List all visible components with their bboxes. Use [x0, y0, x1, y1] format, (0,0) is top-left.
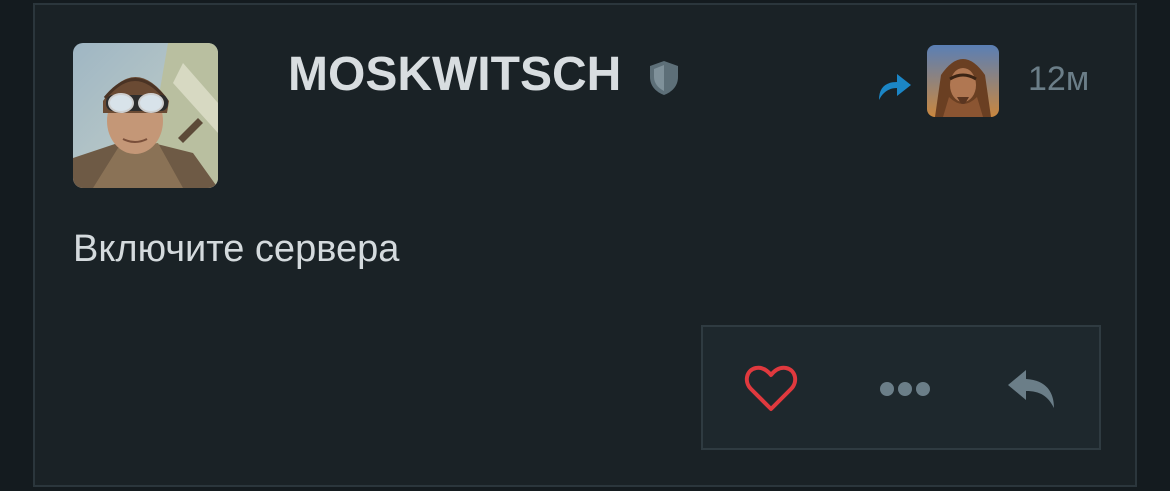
post-card: MOSKWITSCH 12м Включите сервера: [33, 3, 1137, 487]
heart-icon: [744, 365, 798, 411]
username[interactable]: MOSKWITSCH: [288, 45, 621, 105]
more-button[interactable]: [875, 359, 935, 419]
repost-source[interactable]: [873, 43, 999, 119]
shield-icon: [647, 59, 681, 97]
hooded-figure-avatar-image: [927, 45, 999, 117]
like-button[interactable]: [741, 359, 801, 419]
more-dots-icon: [880, 382, 930, 396]
pilot-avatar-image: [73, 43, 218, 188]
action-bar: [701, 325, 1101, 450]
reply-icon: [1008, 370, 1054, 408]
repost-arrow-icon: [879, 74, 911, 100]
post-message: Включите сервера: [73, 228, 400, 270]
post-timestamp: 12м: [1028, 60, 1090, 98]
source-avatar[interactable]: [927, 45, 999, 117]
reply-button[interactable]: [1003, 359, 1063, 419]
user-avatar[interactable]: [73, 43, 218, 188]
